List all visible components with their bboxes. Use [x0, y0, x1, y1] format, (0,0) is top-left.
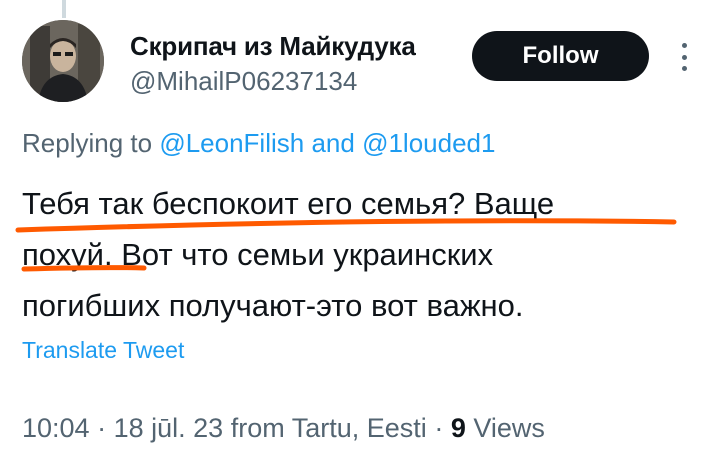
avatar-image	[22, 20, 104, 102]
tweet-meta: 10:04 · 18 jūl. 23 from Tartu, Eesti · 9…	[22, 413, 545, 444]
replying-conjunction: and	[311, 128, 355, 158]
author-display-name[interactable]: Скрипач из Майкудука	[130, 31, 416, 62]
replying-to: Replying to @LeonFilish and @1louded1	[22, 128, 495, 159]
more-options-icon[interactable]	[672, 40, 696, 74]
separator-dot: ·	[434, 413, 444, 443]
avatar[interactable]	[22, 20, 104, 102]
tweet-text: Тебя так беспокоит его семья? Ваще похуй…	[22, 178, 682, 331]
author-handle[interactable]: @MihailP06237134	[130, 66, 357, 97]
tweet-line: погибших получают-это вот важно.	[22, 288, 524, 323]
views-count[interactable]: 9	[451, 413, 466, 443]
dot	[681, 66, 687, 71]
replying-prefix: Replying to	[22, 128, 153, 158]
follow-button[interactable]: Follow	[472, 31, 649, 81]
separator-dot: ·	[97, 413, 107, 443]
mention-link[interactable]: @1louded1	[362, 128, 495, 158]
translate-tweet-link[interactable]: Translate Tweet	[22, 337, 184, 364]
dot	[681, 54, 687, 60]
tweet-line: Тебя так беспокоит его семья? Ваще	[22, 186, 555, 221]
dot	[681, 43, 687, 48]
tweet-line: похуй. Вот что семьи украинских	[22, 237, 494, 272]
thread-connector-line	[62, 0, 66, 18]
mention-link[interactable]: @LeonFilish	[159, 128, 304, 158]
tweet-source: from Tartu, Eesti	[230, 413, 427, 443]
views-label[interactable]: Views	[473, 413, 545, 443]
tweet-time[interactable]: 10:04	[22, 413, 90, 443]
tweet-date[interactable]: 18 jūl. 23	[114, 413, 224, 443]
